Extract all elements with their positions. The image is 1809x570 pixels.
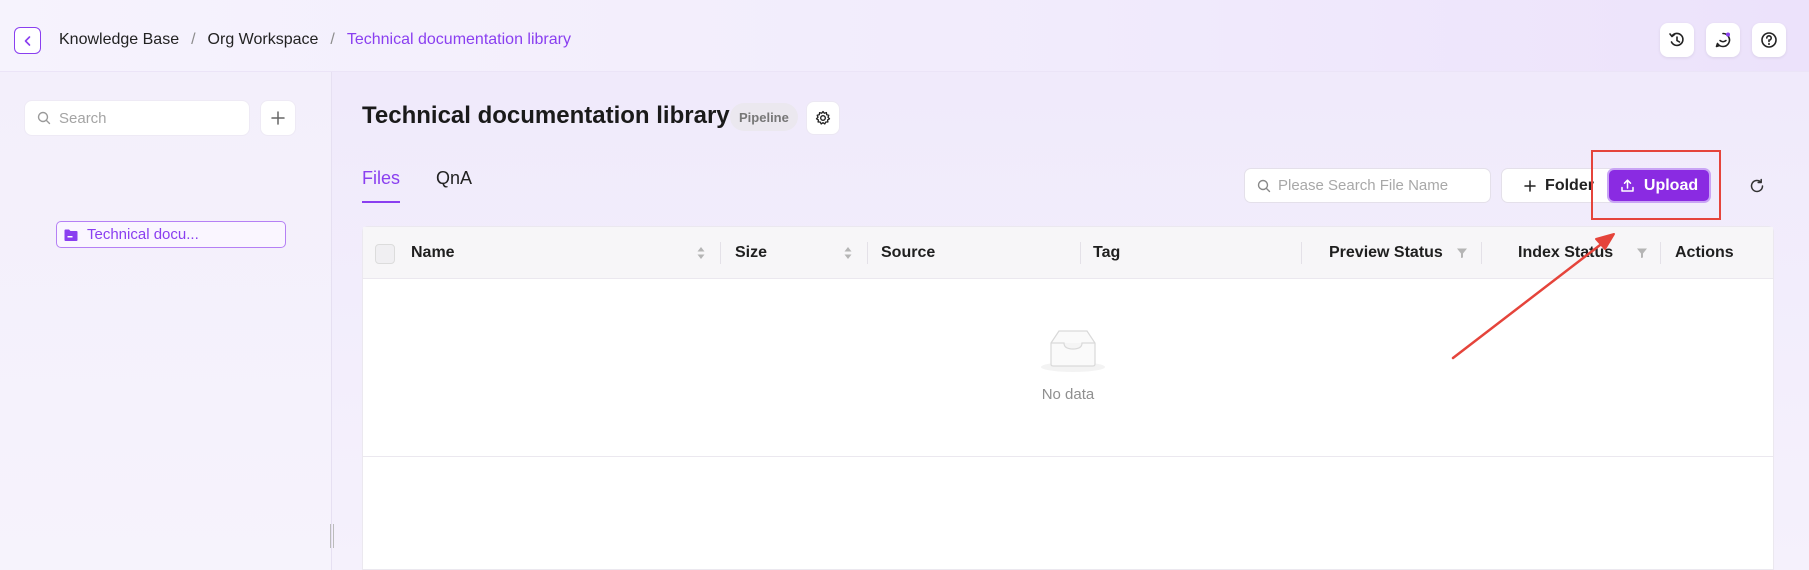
column-header-actions: Actions [1675, 227, 1734, 279]
folder-icon [64, 229, 78, 241]
column-size-label: Size [735, 244, 768, 261]
plus-icon [271, 111, 285, 125]
sort-icon [844, 247, 852, 259]
sort-name-control[interactable] [696, 227, 706, 279]
top-bar: Knowledge Base / Org Workspace / Technic… [0, 0, 1809, 72]
filter-index-status-control[interactable] [1636, 227, 1648, 279]
column-separator [1301, 242, 1302, 264]
breadcrumb-separator: / [191, 31, 196, 48]
tabs: Files QnA [362, 168, 472, 203]
files-table: Name Size Source Tag Preview Status Inde… [362, 226, 1774, 570]
sort-icon [697, 247, 705, 259]
tree-item-label: Technical docu... [87, 226, 199, 243]
chat-button[interactable] [1706, 23, 1740, 57]
sidebar: Technical docu... [0, 72, 334, 570]
settings-button[interactable] [806, 101, 840, 135]
column-name-label: Name [411, 244, 455, 261]
filter-icon [1637, 248, 1647, 258]
history-icon [1669, 32, 1684, 47]
back-button[interactable] [14, 27, 41, 54]
column-header-preview-status: Preview Status [1329, 227, 1443, 279]
file-search-input[interactable] [1278, 177, 1488, 194]
empty-text: No data [1041, 386, 1095, 403]
refresh-button[interactable] [1746, 175, 1768, 197]
breadcrumb: Knowledge Base / Org Workspace / Technic… [59, 29, 571, 51]
column-preview-status-label: Preview Status [1329, 244, 1443, 261]
main-content: Technical documentation library Pipeline… [333, 72, 1809, 570]
breadcrumb-current: Technical documentation library [346, 31, 571, 48]
column-source-label: Source [881, 244, 936, 261]
select-all-checkbox[interactable] [375, 244, 395, 264]
pipeline-badge: Pipeline [730, 103, 798, 131]
upload-button[interactable]: Upload [1607, 168, 1711, 203]
column-header-tag: Tag [1093, 227, 1120, 279]
help-icon [1761, 32, 1777, 48]
column-index-status-label: Index Status [1518, 244, 1614, 261]
column-actions-label: Actions [1675, 244, 1734, 261]
chevron-left-icon [24, 35, 30, 46]
column-separator [1660, 242, 1661, 264]
refresh-icon [1750, 178, 1764, 193]
upload-icon [1621, 179, 1634, 192]
upload-label: Upload [1643, 176, 1699, 194]
help-button[interactable] [1752, 23, 1786, 57]
top-actions [1660, 23, 1786, 57]
folder-label: Folder [1545, 176, 1594, 194]
tree-item-technical-docs[interactable]: Technical docu... [56, 221, 286, 248]
column-header-index-status: Index Status [1518, 227, 1613, 279]
plus-icon [1524, 179, 1536, 192]
column-separator [1481, 242, 1482, 264]
empty-state: No data [363, 280, 1773, 457]
chat-icon [1715, 32, 1731, 48]
filter-icon [1457, 248, 1467, 258]
column-separator [867, 242, 868, 264]
column-header-size[interactable]: Size [735, 227, 767, 279]
column-separator [1080, 242, 1081, 264]
history-button[interactable] [1660, 23, 1694, 57]
empty-inbox-icon [1041, 330, 1105, 372]
search-icon [37, 111, 51, 125]
breadcrumb-knowledge-base[interactable]: Knowledge Base [59, 29, 179, 51]
column-header-name[interactable]: Name [411, 227, 455, 279]
breadcrumb-org-workspace[interactable]: Org Workspace [208, 29, 319, 51]
filter-preview-status-control[interactable] [1456, 227, 1468, 279]
file-search[interactable] [1244, 168, 1491, 203]
sort-size-control[interactable] [843, 227, 853, 279]
column-header-source: Source [881, 227, 935, 279]
sidebar-search-input[interactable] [59, 109, 229, 127]
sidebar-search[interactable] [24, 100, 250, 136]
column-separator [720, 242, 721, 264]
search-icon [1257, 179, 1271, 192]
table-header: Name Size Source Tag Preview Status Inde… [363, 227, 1773, 279]
tab-qna[interactable]: QnA [436, 168, 472, 203]
column-tag-label: Tag [1093, 244, 1121, 261]
gear-icon [815, 110, 831, 125]
breadcrumb-separator: / [330, 31, 335, 48]
add-knowledge-base-button[interactable] [260, 100, 296, 136]
page-title: Technical documentation library [362, 102, 730, 129]
tab-files[interactable]: Files [362, 168, 401, 203]
